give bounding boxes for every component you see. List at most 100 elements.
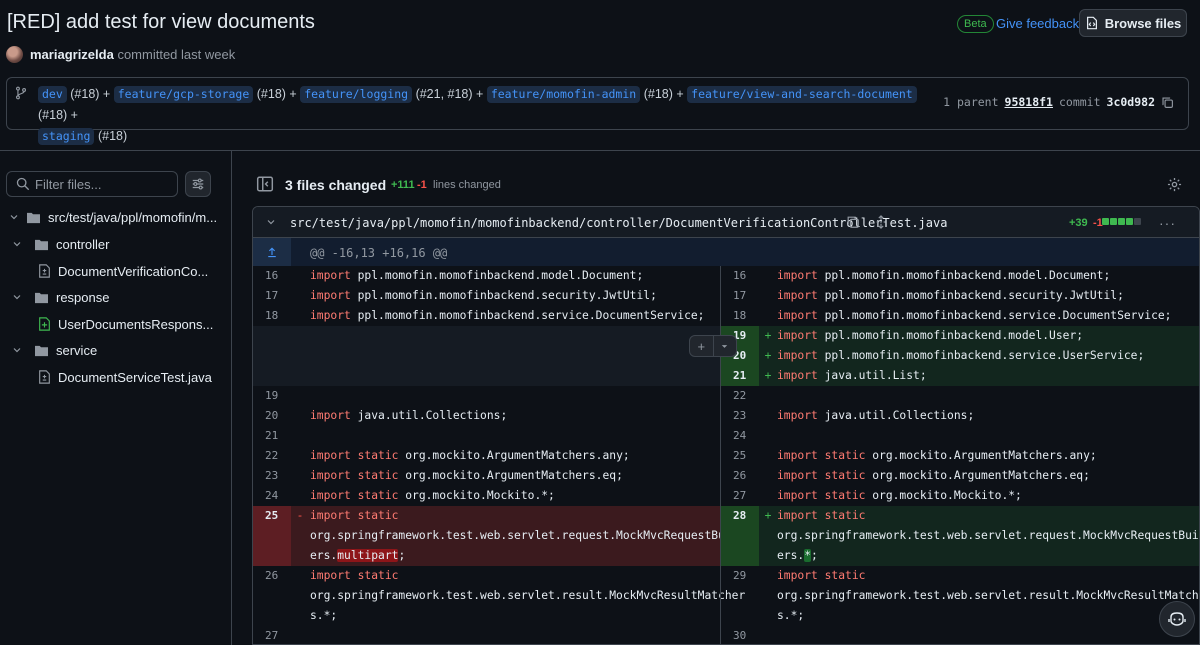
branch-pill-dev[interactable]: dev (38, 86, 67, 103)
diff-line: 26 import static (265, 569, 399, 582)
diff-line: 18 import ppl.momofin.momofinbackend.serv… (733, 309, 1172, 322)
folder-icon (34, 344, 49, 357)
parent-info: 1 parent 95818f1 commit 3c0d982 (943, 95, 1174, 109)
tree-label: controller (56, 236, 110, 252)
deletions-count: -1 (417, 179, 427, 191)
commit-label: commit (1058, 95, 1101, 109)
diff-line: 18 import ppl.momofin.momofinbackend.serv… (265, 309, 705, 322)
tree-label: src/test/java/ppl/momofin/m... (48, 209, 218, 225)
file-diff: src/test/java/ppl/momofin/momofinbackend… (252, 206, 1200, 645)
tree-folder-response[interactable]: response (11, 286, 109, 308)
line-actions: + (689, 335, 737, 357)
diff-line: 29 import static (733, 569, 866, 582)
tree-folder-service[interactable]: service (11, 339, 97, 361)
parent-label: 1 parent (943, 95, 999, 109)
diff-line: 21 (265, 429, 279, 442)
expand-up-icon[interactable] (253, 238, 291, 266)
copilot-icon (1168, 612, 1186, 626)
give-feedback-link[interactable]: Give feedback (996, 16, 1079, 31)
commit-sha: 3c0d982 (1106, 95, 1155, 109)
chevron-down-icon (8, 211, 20, 223)
diff-line: 27 (265, 629, 279, 642)
diff-line: 16 import ppl.momofin.momofinbackend.mode… (733, 269, 1111, 282)
diff-line: 16 import ppl.momofin.momofinbackend.mode… (265, 269, 644, 282)
copilot-button[interactable] (1159, 601, 1195, 637)
diff-line: 19 (265, 389, 279, 402)
branch-ref: (#21, #18) + (415, 87, 484, 101)
avatar[interactable] (6, 46, 23, 63)
added-line: 28 + import static org.springframework.tes… (721, 506, 1199, 566)
search-icon (16, 177, 30, 191)
branch-ref: (#18) + (70, 87, 111, 101)
toggle-sidebar-icon[interactable] (256, 175, 274, 193)
diff-line: 17 import ppl.momofin.momofinbackend.secu… (265, 289, 657, 302)
tree-label: DocumentServiceTest.java (58, 369, 212, 385)
tree-file-document-verification[interactable]: DocumentVerificationCo... (38, 260, 208, 282)
chevron-down-icon[interactable] (265, 216, 277, 228)
branch-ref: (#18) (97, 129, 128, 143)
tree-file-document-service-test[interactable]: DocumentServiceTest.java (38, 366, 212, 388)
git-branch-icon (15, 86, 27, 100)
chevron-down-icon (11, 344, 23, 356)
folder-icon (34, 238, 49, 251)
copy-icon[interactable] (1161, 96, 1174, 109)
author-name[interactable]: mariagrizelda (30, 47, 114, 62)
tree-label: UserDocumentsRespons... (58, 316, 214, 332)
expand-all-icon[interactable] (874, 215, 888, 229)
diff-empty-region (253, 326, 720, 386)
branch-pill-staging[interactable]: staging (38, 128, 95, 145)
tree-label: DocumentVerificationCo... (58, 263, 209, 279)
branches-box: dev (#18) + feature/gcp-storage (#18) + … (6, 77, 1189, 145)
filter-files-input[interactable] (35, 175, 173, 193)
branch-pill-logging[interactable]: feature/logging (300, 86, 413, 103)
folder-icon (34, 291, 49, 304)
chevron-down-icon[interactable] (714, 336, 737, 356)
chevron-down-icon (11, 238, 23, 250)
diff-line: 27 import static org.mockito.Mockito.*; (733, 489, 1022, 502)
added-lines: 19 + import ppl.momofin.momofinbackend.mod… (721, 326, 1199, 386)
tree-label: response (56, 289, 110, 305)
diff-line: 25 import static org.mockito.ArgumentMatc… (733, 449, 1097, 462)
file-diff-icon (38, 370, 51, 384)
branch-pill-momofin-admin[interactable]: feature/momofin-admin (486, 86, 641, 103)
gear-icon[interactable] (1167, 177, 1182, 192)
add-comment-icon[interactable]: + (690, 336, 714, 356)
deleted-line: 25- import static org.springframework.tes… (253, 506, 745, 566)
diff-line: 20 import java.util.Collections; (265, 409, 508, 422)
tree-label: service (56, 342, 98, 358)
branch-ref: (#18) + (38, 108, 78, 122)
branch-ref: (#18) + (643, 87, 684, 101)
file-header: src/test/java/ppl/momofin/momofinbackend… (253, 207, 1199, 238)
browse-files-button[interactable]: Browse files (1079, 9, 1187, 37)
lines-changed-label: lines changed (433, 179, 501, 191)
tree-folder-controller[interactable]: controller (11, 233, 109, 255)
branch-ref: (#18) + (256, 87, 297, 101)
commit-author-line: mariagrizelda committed last week (30, 47, 235, 62)
diffstat-bars (1102, 218, 1141, 225)
diff-line-wrap: s.*; (310, 609, 338, 622)
filter-files-field[interactable] (6, 171, 178, 197)
more-options-icon[interactable]: ··· (1159, 215, 1176, 231)
file-code-icon (1086, 16, 1097, 30)
filter-options-button[interactable] (185, 171, 211, 197)
parent-sha-link[interactable]: 95818f1 (1005, 95, 1053, 109)
tree-folder-root[interactable]: src/test/java/ppl/momofin/m... (8, 206, 217, 228)
diff-line: 24 (733, 429, 747, 442)
file-additions: +39 (1069, 217, 1088, 229)
diff-line-wrap: s.*; (777, 609, 805, 622)
branch-list: dev (#18) + feature/gcp-storage (#18) + … (38, 84, 918, 147)
branch-pill-gcp-storage[interactable]: feature/gcp-storage (113, 86, 254, 103)
sidebar-divider (231, 150, 232, 645)
tree-file-user-documents-response[interactable]: UserDocumentsRespons... (38, 313, 213, 335)
copy-icon[interactable] (846, 215, 860, 229)
diff-line: 26 import static org.mockito.ArgumentMatc… (733, 469, 1090, 482)
diff-line: 23 import static org.mockito.ArgumentMatc… (265, 469, 623, 482)
browse-files-label: Browse files (1104, 15, 1182, 31)
diff-line: 22 (733, 389, 747, 402)
branch-pill-view-and-search-document[interactable]: feature/view-and-search-document (687, 86, 917, 103)
commit-time: committed last week (117, 47, 236, 62)
file-diff-icon (38, 264, 51, 278)
folder-icon (26, 211, 41, 224)
diff-line: 24 import static org.mockito.Mockito.*; (265, 489, 555, 502)
divider (0, 150, 1200, 151)
